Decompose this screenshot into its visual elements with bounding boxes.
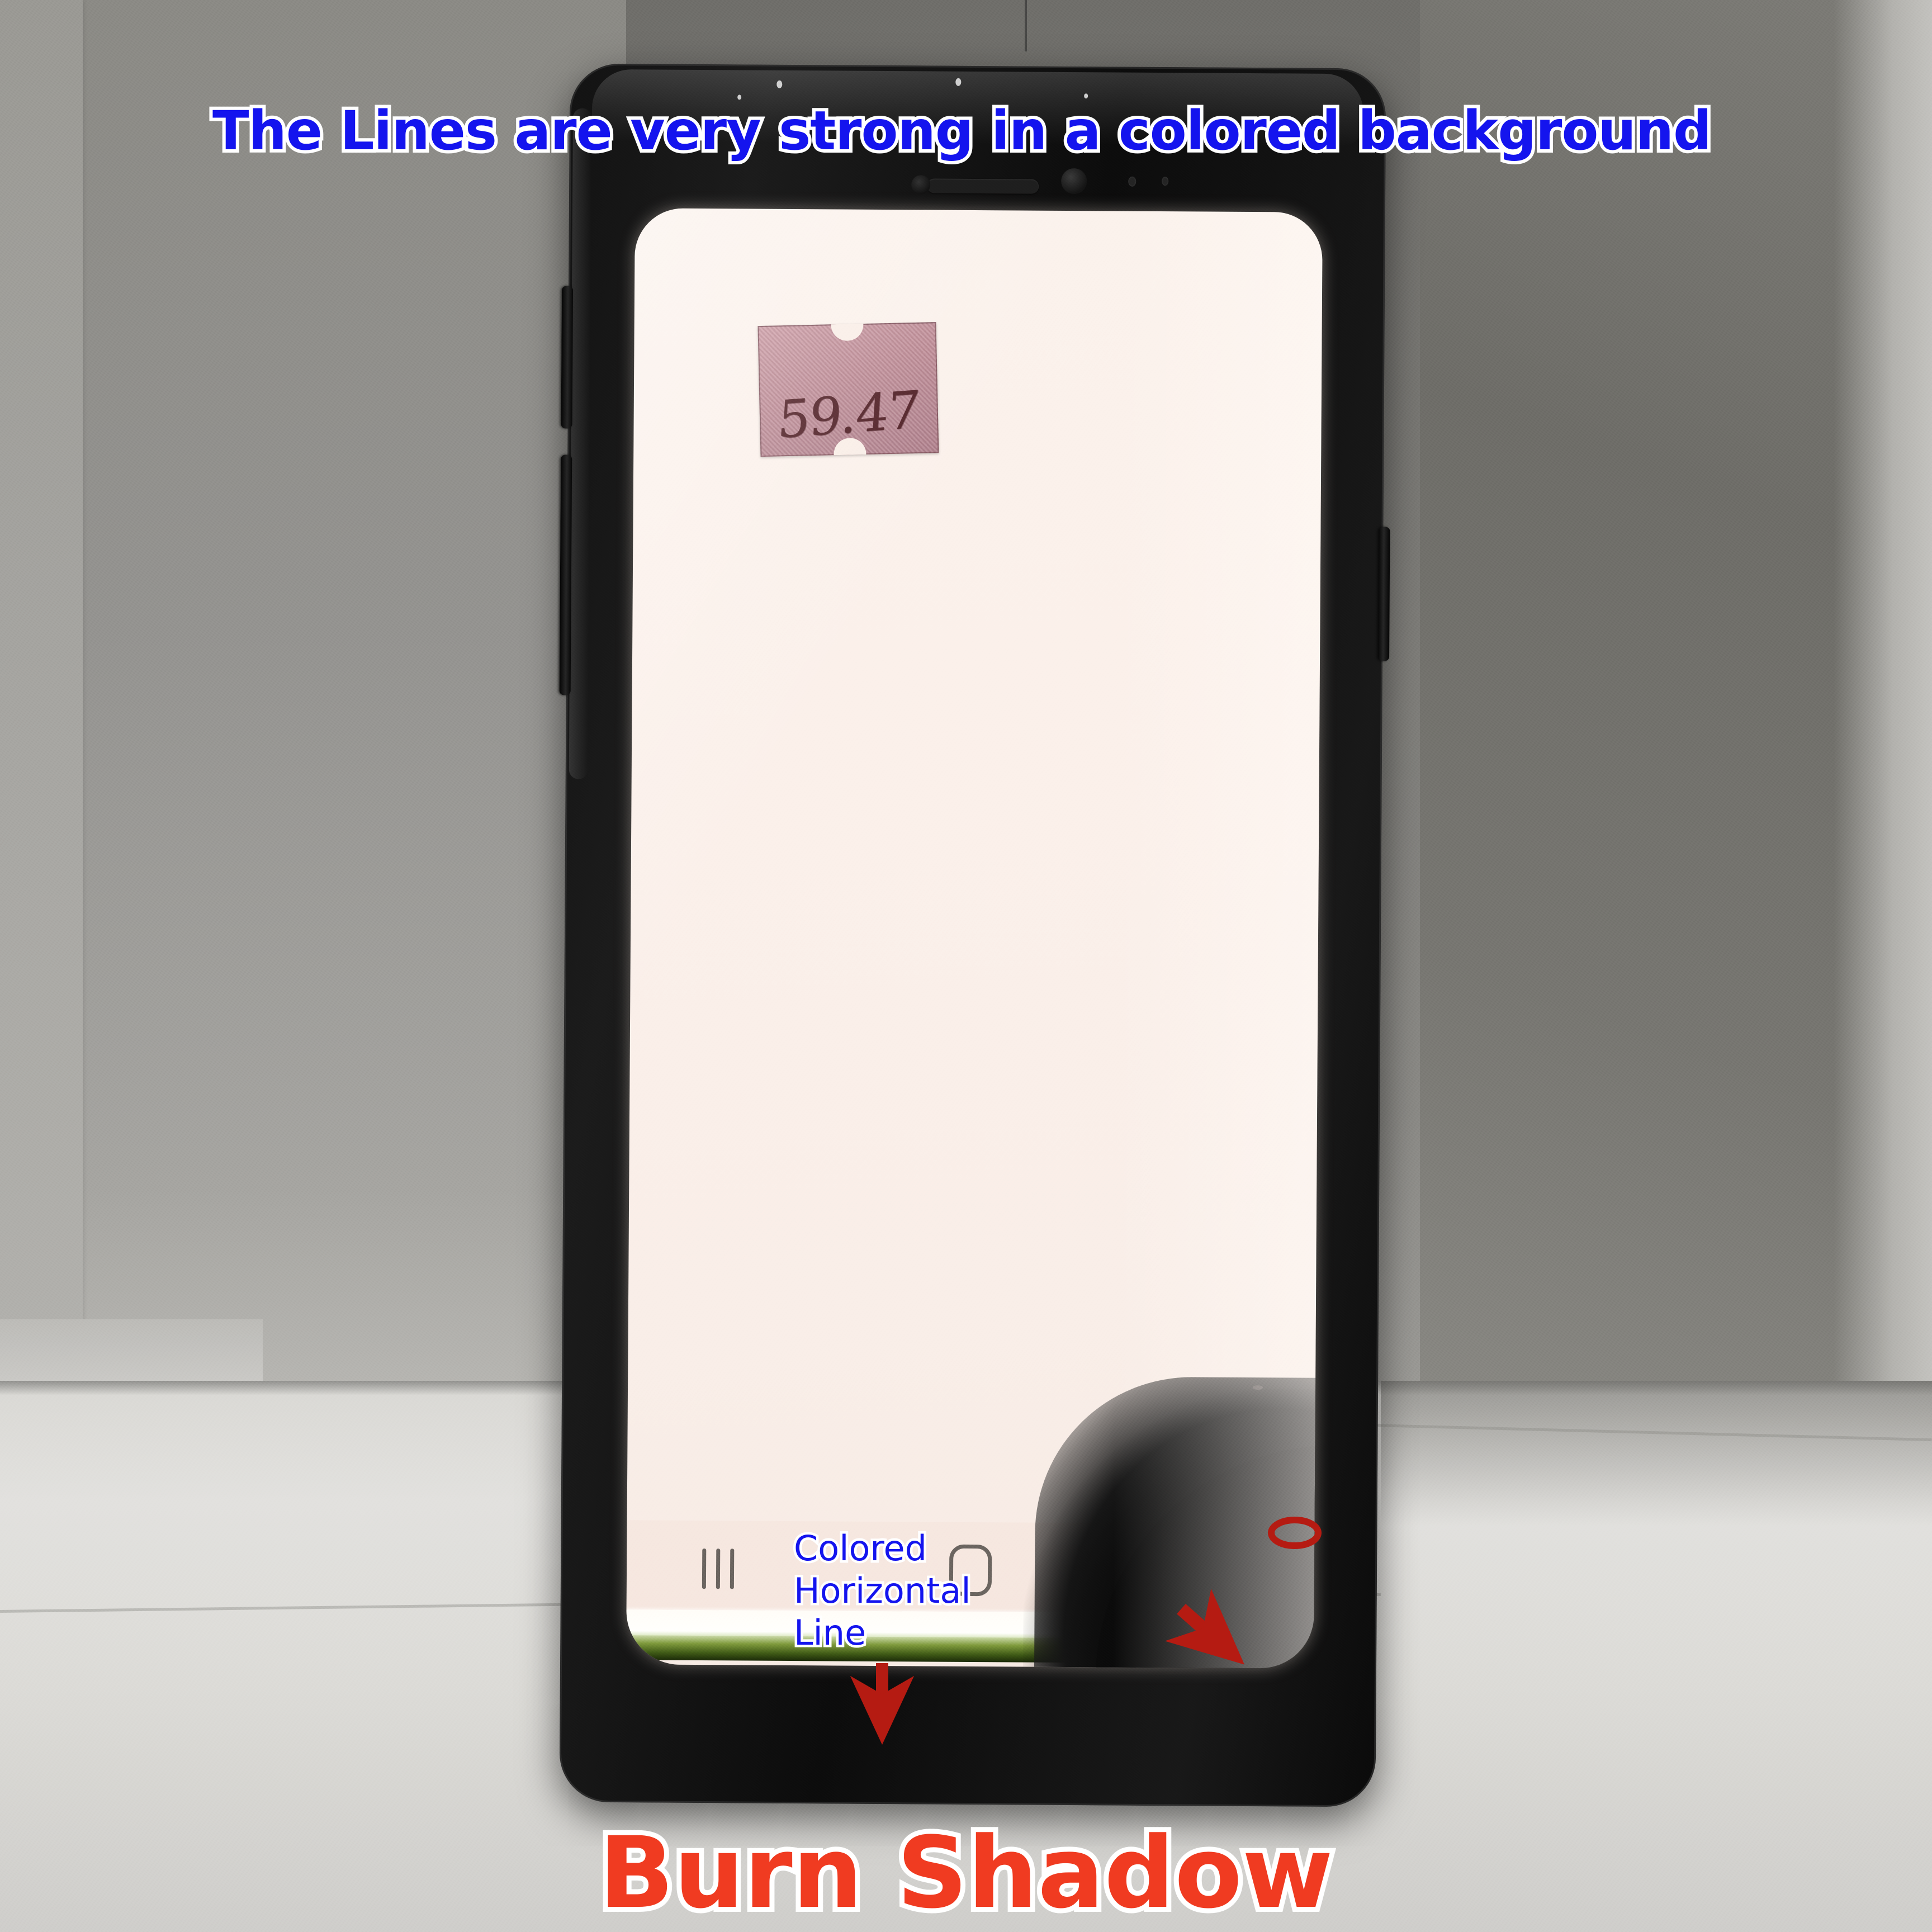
phone-body: 59.47 — [559, 63, 1390, 1807]
light-sensor-icon — [1162, 177, 1169, 186]
recents-icon[interactable] — [693, 1545, 744, 1593]
background-wall-left — [0, 0, 626, 1398]
caption-line-2: Horizontal — [792, 1568, 974, 1613]
burn-shadow-falloff — [1023, 1387, 1316, 1669]
front-camera-icon — [1061, 168, 1087, 195]
background-wall-right-highlight — [1834, 0, 1932, 1453]
top-caption: The Lines are very strong in a colored b… — [209, 96, 1715, 165]
price-sticker: 59.47 — [757, 322, 939, 457]
caption-line-3: Line — [792, 1610, 869, 1656]
colored-line-caption: Colored Horizontal Line — [792, 1526, 974, 1656]
proximity-sensor-icon — [1128, 176, 1137, 187]
caption-line-1: Colored — [792, 1526, 930, 1571]
photo-canvas: 59.47 The Lines are very strong in a col… — [0, 0, 1932, 1932]
background-panel-left — [0, 0, 83, 1392]
volume-button[interactable] — [559, 454, 572, 695]
bottom-caption: Burn Shadow — [594, 1811, 1338, 1932]
display-defect-spot — [1253, 1385, 1263, 1390]
background-seam — [1025, 0, 1027, 51]
power-button[interactable] — [1378, 527, 1390, 661]
floor-shadow-right — [1381, 1381, 1932, 1526]
phone-gloss-edge — [569, 108, 593, 779]
earpiece-speaker — [927, 178, 1039, 194]
sticker-notch-top — [830, 324, 864, 342]
bixby-button[interactable] — [561, 286, 574, 429]
phone-display[interactable]: 59.47 — [626, 208, 1323, 1669]
sticker-price-text: 59.47 — [775, 379, 921, 451]
iris-scanner-icon — [911, 175, 931, 195]
